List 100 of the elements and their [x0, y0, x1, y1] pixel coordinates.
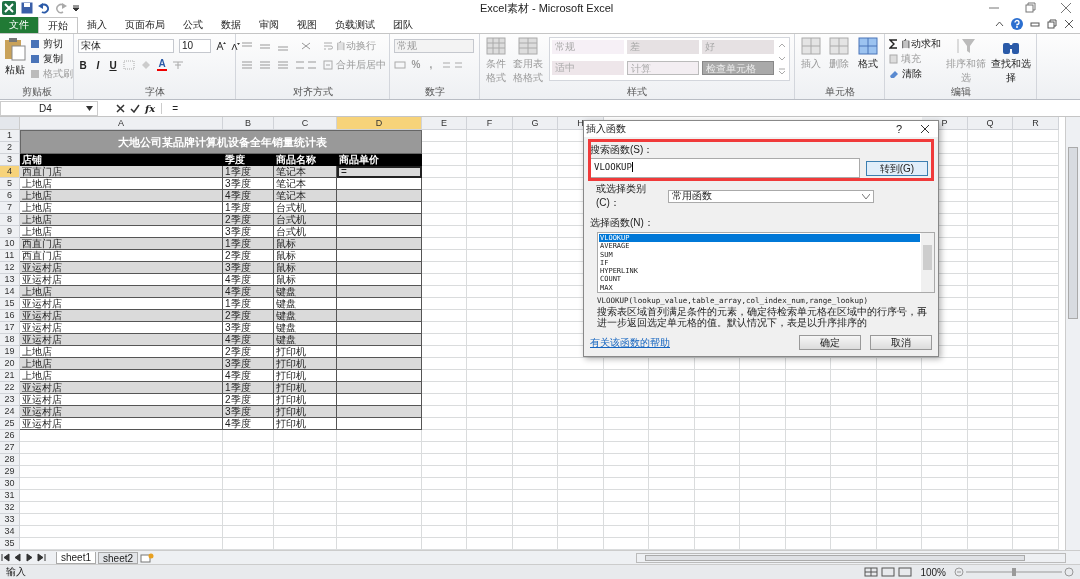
search-field[interactable]: VLOOKUP [590, 158, 860, 178]
go-button[interactable]: 转到(G) [866, 160, 928, 176]
font-style-button[interactable]: B [78, 59, 88, 71]
indent-icons-drawing[interactable] [240, 59, 318, 70]
cancel-entry-icon[interactable] [116, 103, 125, 113]
column-header[interactable]: E [422, 117, 467, 131]
row-header[interactable]: 17 [0, 322, 20, 335]
cells-button[interactable]: 格式 [855, 37, 880, 72]
row-header[interactable]: 31 [0, 490, 20, 503]
ribbon-tab[interactable]: 团队 [384, 17, 422, 34]
ribbon-tab[interactable]: 视图 [288, 17, 326, 34]
row-header[interactable]: 4 [0, 166, 20, 179]
active-cell[interactable]: = [337, 166, 422, 179]
fill-color-icon[interactable] [140, 60, 152, 71]
row-header[interactable]: 6 [0, 190, 20, 203]
close-icon[interactable] [920, 124, 930, 134]
clipboard-tool-button[interactable]: 剪切 [30, 37, 73, 51]
row-header[interactable]: 20 [0, 358, 20, 371]
row-header[interactable]: 19 [0, 346, 20, 359]
ribbon-tab[interactable]: 数据 [212, 17, 250, 34]
customize-caret-icon[interactable] [72, 4, 80, 13]
row-header[interactable]: 7 [0, 202, 20, 215]
row-header[interactable]: 11 [0, 250, 20, 263]
save-icon[interactable] [21, 2, 33, 15]
row-header[interactable]: 16 [0, 310, 20, 323]
decimal-icons-drawing[interactable] [441, 59, 465, 70]
row-header[interactable]: 28 [0, 454, 20, 467]
row-header[interactable]: 24 [0, 406, 20, 419]
editing-tool-button[interactable]: 清除 [889, 67, 941, 81]
help-button[interactable]: ? [895, 123, 902, 135]
column-header[interactable]: A [20, 117, 223, 131]
row-header[interactable]: 32 [0, 502, 20, 515]
collapse-ribbon-icon[interactable] [995, 19, 1004, 29]
ribbon-tab[interactable]: 公式 [174, 17, 212, 34]
row-header[interactable]: 14 [0, 286, 20, 299]
column-header[interactable]: D [337, 117, 422, 131]
row-header[interactable]: 10 [0, 238, 20, 251]
horizontal-scrollbar[interactable] [636, 552, 1066, 563]
zoom-slider-icon[interactable] [954, 567, 1074, 577]
font-style-button[interactable]: U [108, 59, 118, 71]
row-header[interactable]: 5 [0, 178, 20, 191]
restore-icon[interactable] [1024, 2, 1036, 15]
row-header[interactable]: 9 [0, 226, 20, 239]
row-header[interactable]: 26 [0, 430, 20, 443]
row-header[interactable]: 15 [0, 298, 20, 311]
ribbon-tab[interactable]: 页面布局 [116, 17, 174, 34]
row-header[interactable]: 23 [0, 394, 20, 407]
row-header[interactable]: 12 [0, 262, 20, 275]
formula-input[interactable]: = [162, 102, 1080, 114]
ok-button[interactable]: 确定 [799, 335, 861, 350]
restore-icon[interactable] [1047, 19, 1057, 30]
row-header[interactable]: 30 [0, 478, 20, 491]
row-header[interactable]: 18 [0, 334, 20, 347]
minimize-icon[interactable] [1030, 19, 1040, 30]
row-header[interactable]: 27 [0, 442, 20, 455]
row-header[interactable]: 2 [0, 142, 20, 155]
view-buttons-icon[interactable] [864, 567, 913, 577]
row-header[interactable]: 21 [0, 370, 20, 383]
borders-icon[interactable] [123, 60, 135, 71]
sheet-tab[interactable]: sheet1 [56, 551, 97, 564]
row-header[interactable]: 33 [0, 514, 20, 527]
ribbon-tab[interactable]: 审阅 [250, 17, 288, 34]
column-header[interactable]: Q [968, 117, 1013, 131]
row-header[interactable]: 34 [0, 526, 20, 539]
column-header[interactable]: G [513, 117, 558, 131]
redo-icon[interactable] [55, 2, 67, 15]
sheet-tab[interactable]: sheet2 [98, 551, 139, 564]
font-name-field[interactable]: 宋体 [78, 39, 174, 54]
ribbon-tab[interactable]: 开始 [38, 17, 78, 34]
undo-icon[interactable] [38, 2, 50, 15]
close-icon[interactable] [1064, 19, 1074, 30]
paste-button[interactable]: 粘贴 [4, 37, 26, 78]
vertical-scrollbar[interactable] [1065, 117, 1080, 551]
zoom-level[interactable]: 100% [920, 566, 946, 578]
row-header[interactable]: 8 [0, 214, 20, 227]
list-scrollbar[interactable] [921, 233, 934, 292]
help-link[interactable]: 有关该函数的帮助 [590, 335, 670, 350]
phonetic-icon[interactable] [172, 60, 184, 71]
row-header[interactable]: 35 [0, 538, 20, 551]
font-size-field[interactable]: 10 [179, 39, 211, 54]
row-header[interactable]: 25 [0, 418, 20, 431]
currency-icon[interactable] [394, 59, 406, 70]
ribbon-tab[interactable]: 负载测试 [326, 17, 384, 34]
editing-tool-button[interactable]: 自动求和 [889, 37, 941, 51]
row-header[interactable]: 3 [0, 154, 20, 167]
row-header[interactable]: 22 [0, 382, 20, 395]
cancel-button[interactable]: 取消 [870, 335, 932, 350]
row-header[interactable]: 13 [0, 274, 20, 287]
new-sheet-icon[interactable] [140, 552, 155, 563]
font-color-button[interactable]: A [157, 59, 167, 72]
file-tab[interactable]: 文件 [0, 17, 38, 34]
help-icon[interactable] [1011, 18, 1023, 31]
category-dropdown[interactable]: 常用函数 [668, 189, 874, 203]
name-box[interactable]: D4 [0, 100, 98, 116]
row-header[interactable]: 1 [0, 130, 20, 143]
clipboard-tool-button[interactable]: 复制 [30, 52, 73, 66]
row-header[interactable]: 29 [0, 466, 20, 479]
ribbon-tab[interactable]: 插入 [78, 17, 116, 34]
column-header[interactable]: R [1013, 117, 1059, 131]
column-header[interactable]: B [223, 117, 274, 131]
